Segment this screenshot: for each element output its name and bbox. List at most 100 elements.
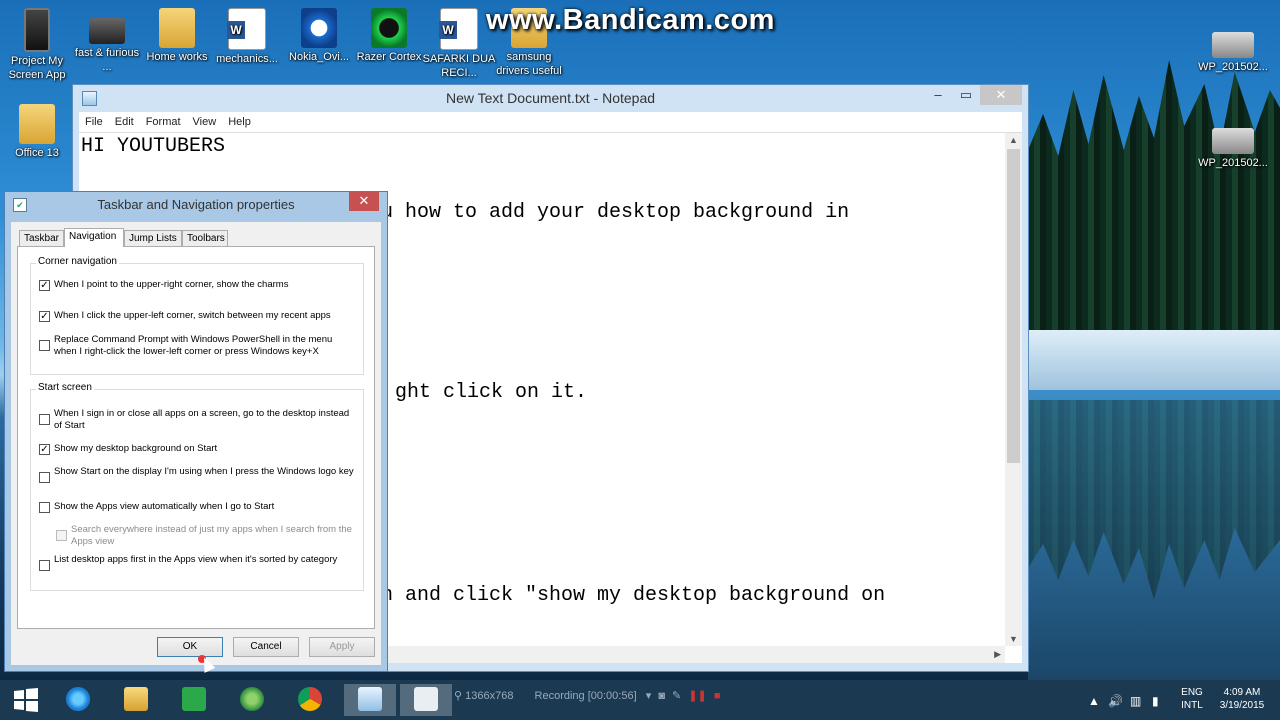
desktop-icon-fast-furious[interactable]: fast & furious ... [70,8,144,74]
checkbox-checked[interactable]: ✓ [39,280,50,291]
pencil-icon[interactable]: ✎ [672,690,681,702]
desktop-icon-label: Nokia_Ovi... [289,51,349,63]
search-icon: ⚲ [454,690,463,702]
taskbar: ⚲ 1366x768 Recording [00:00:56] ▾ ◙ ✎ ❚❚… [0,680,1280,720]
notepad-title: New Text Document.txt - Notepad [445,90,656,106]
checkbox-unchecked[interactable] [39,340,50,351]
menu-help[interactable]: Help [222,112,257,132]
checkbox-unchecked[interactable] [39,560,50,571]
taskbar-store[interactable] [174,684,214,716]
option-label: List desktop apps first in the Apps view… [54,554,338,565]
stop-icon[interactable]: ■ [714,690,721,702]
show-hidden-icons-icon[interactable]: ▲ [1088,694,1100,708]
scroll-up-icon[interactable]: ▲ [1009,135,1018,145]
checkbox-unchecked[interactable] [39,414,50,425]
desktop-icon-label: SAFARKI DUA RECI... [422,53,496,79]
clock-time: 4:09 AM [1223,687,1261,698]
desktop-icon-nokia-ovi[interactable]: Nokia_Ovi... [282,8,356,64]
nokia-ovi-icon [301,8,337,48]
menu-view[interactable]: View [187,112,223,132]
ok-button[interactable]: OK [157,637,223,657]
checkbox-checked[interactable]: ✓ [39,311,50,322]
corner-navigation-group: Corner navigation ✓ When I point to the … [30,256,364,375]
checkbox-unchecked[interactable] [39,472,50,483]
checkbox-unchecked[interactable] [39,502,50,513]
scroll-right-icon[interactable]: ▶ [994,649,1001,660]
option-label: When I point to the upper-right corner, … [54,279,289,290]
text-line: u how to add your desktop background in [381,201,850,224]
scrollbar-thumb[interactable] [1007,149,1020,463]
maximize-button[interactable]: ▭ [952,85,980,105]
bandicam-recording-bar: ⚲ 1366x768 Recording [00:00:56] ▾ ◙ ✎ ❚❚… [454,689,720,702]
folder-icon [19,104,55,144]
desktop-icon-office-13[interactable]: Office 13 [0,104,74,160]
folder-icon [124,687,148,711]
text-line: ght click on it. [395,381,588,404]
desktop-icon-wp-image-2[interactable]: WP_201502... [1196,118,1270,170]
image-icon [1212,128,1254,154]
notepad-menubar: File Edit Format View Help [79,112,1022,132]
tab-jump-lists[interactable]: Jump Lists [124,230,182,246]
taskbar-notepad[interactable] [344,684,396,716]
dropdown-icon[interactable]: ▾ [646,690,652,702]
desktop-icon-project-my-screen[interactable]: Project My Screen App [0,8,74,82]
navigation-tab-page: Corner navigation ✓ When I point to the … [17,246,375,629]
word-document-icon [227,8,266,50]
option-label: When I click the upper-left corner, swit… [54,310,331,321]
close-button[interactable]: ✕ [980,85,1022,105]
clock-date: 3/19/2015 [1219,700,1265,711]
desktop-icon-wp-image-1[interactable]: WP_201502... [1196,22,1270,74]
tab-taskbar[interactable]: Taskbar [19,230,64,246]
notepad-titlebar[interactable]: New Text Document.txt - Notepad – ▭ ✕ [73,85,1028,111]
desktop-icon-label: Project My Screen App [8,55,66,81]
folder-icon [159,8,195,48]
cancel-button[interactable]: Cancel [233,637,299,657]
desktop-icon-label: WP_201502... [1198,61,1268,73]
menu-file[interactable]: File [79,112,109,132]
network-icon[interactable]: ▥ [1130,694,1141,708]
tab-navigation[interactable]: Navigation [64,228,124,247]
tab-toolbars[interactable]: Toolbars [182,230,228,246]
store-icon [182,687,206,711]
option-label: When I sign in or close all apps on a sc… [54,408,350,431]
taskbar-properties-dialog[interactable] [400,684,452,716]
checkbox-disabled [56,530,67,541]
wallpaper-forest [1028,60,1280,360]
vertical-scrollbar[interactable]: ▲ ▼ [1005,133,1022,646]
start-button[interactable] [6,684,46,716]
pause-icon[interactable]: ❚❚ [688,690,706,702]
taskbar-globe-app[interactable] [232,684,272,716]
menu-format[interactable]: Format [140,112,187,132]
camera-icon[interactable]: ◙ [658,690,665,702]
checkbox-checked[interactable]: ✓ [39,444,50,455]
chrome-icon [298,687,322,711]
taskbar-internet-explorer[interactable] [58,684,98,716]
desktop-icon-label: Office 13 [15,147,59,159]
taskbar-navigation-dialog[interactable]: ✔ Taskbar and Navigation properties ✕ Ta… [4,191,388,672]
desktop-icon-home-works[interactable]: Home works [140,8,214,64]
menu-edit[interactable]: Edit [109,112,140,132]
keyboard-label: INTL [1181,700,1203,711]
word-document-icon [439,8,478,50]
language-indicator[interactable]: ENG INTL [1176,686,1208,712]
dialog-close-button[interactable]: ✕ [349,192,379,211]
option-label: Replace Command Prompt with Windows Powe… [54,334,333,357]
desktop-icon-razer-cortex[interactable]: Razer Cortex [352,8,426,64]
volume-icon[interactable]: 🔊 [1108,694,1123,708]
start-screen-group: Start screen When I sign in or close all… [30,382,364,591]
minimize-button[interactable]: – [924,85,952,105]
desktop-icon-safarki[interactable]: SAFARKI DUA RECI... [422,8,496,80]
taskbar-file-explorer[interactable] [116,684,156,716]
option-label: Search everywhere instead of just my app… [71,524,352,547]
properties-icon [414,687,438,711]
battery-icon[interactable]: ▮ [1152,694,1159,708]
taskbar-chrome[interactable] [290,684,330,716]
scroll-down-icon[interactable]: ▼ [1009,634,1018,644]
bandicam-watermark: www.Bandicam.com [486,4,775,36]
phone-icon [24,8,50,52]
clock[interactable]: 4:09 AM 3/19/2015 [1212,686,1272,712]
desktop-icon-mechanics[interactable]: mechanics... [210,8,284,66]
group-label: Start screen [36,382,94,393]
globe-icon [240,687,264,711]
image-icon [1212,32,1254,58]
